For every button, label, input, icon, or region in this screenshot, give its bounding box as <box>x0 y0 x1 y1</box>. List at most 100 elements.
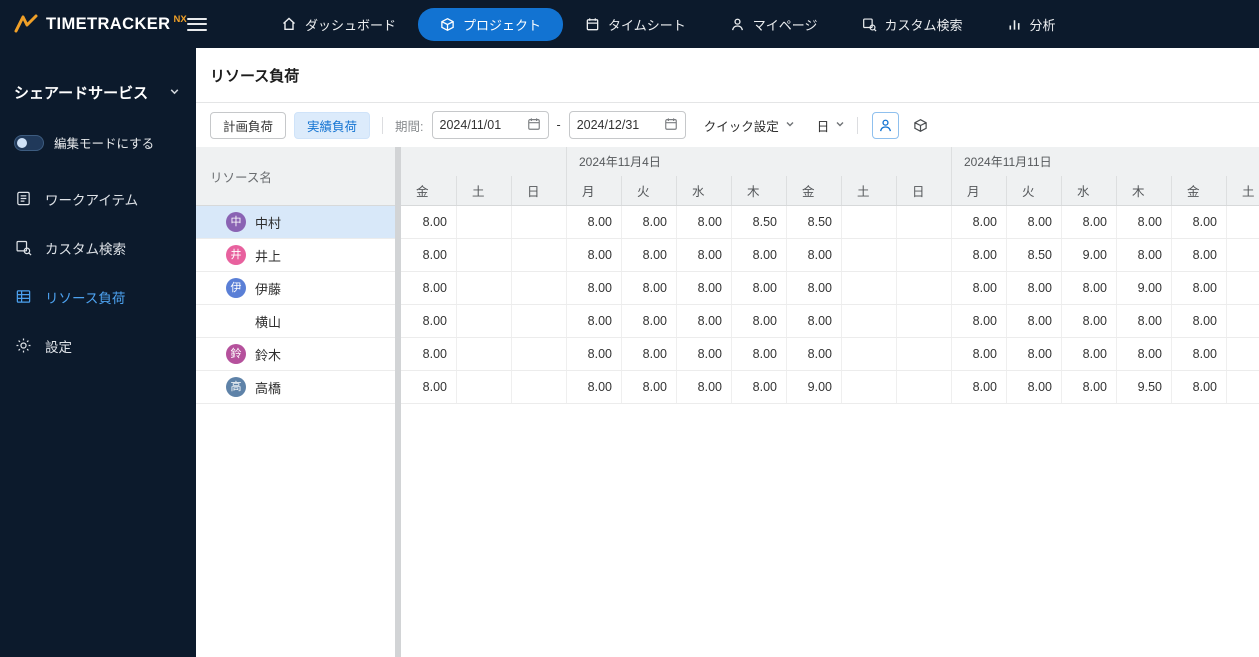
group-by-project-button[interactable] <box>907 112 934 139</box>
load-cell[interactable]: 8.00 <box>731 305 786 337</box>
load-cell[interactable] <box>456 206 511 238</box>
app-logo[interactable]: TIMETRACKER NX <box>0 13 187 35</box>
load-cell[interactable]: 8.00 <box>1006 371 1061 403</box>
load-cell[interactable]: 8.00 <box>786 338 841 370</box>
load-cell[interactable] <box>456 371 511 403</box>
load-cell[interactable]: 9.00 <box>1061 239 1116 271</box>
planned-load-button[interactable]: 計画負荷 <box>210 111 287 139</box>
load-cell[interactable]: 8.00 <box>1116 206 1171 238</box>
calendar-icon[interactable] <box>527 117 541 134</box>
load-cell[interactable] <box>841 206 896 238</box>
load-cell[interactable]: 8.00 <box>1006 206 1061 238</box>
menu-toggle-icon[interactable] <box>187 17 207 31</box>
load-cell[interactable]: 9.00 <box>786 371 841 403</box>
load-cell[interactable]: 8.00 <box>566 239 621 271</box>
load-cell[interactable]: 8.50 <box>731 206 786 238</box>
sidebar-item[interactable]: リソース負荷 <box>0 272 196 321</box>
load-cell[interactable] <box>896 371 951 403</box>
load-cell[interactable] <box>511 272 566 304</box>
load-cell[interactable]: 8.00 <box>401 305 456 337</box>
calendar-icon[interactable] <box>664 117 678 134</box>
load-cell[interactable] <box>896 272 951 304</box>
load-cell[interactable]: 8.00 <box>621 338 676 370</box>
load-cell[interactable]: 8.00 <box>951 239 1006 271</box>
load-cell[interactable] <box>1226 239 1259 271</box>
load-cell[interactable]: 8.00 <box>951 272 1006 304</box>
load-cell[interactable]: 8.00 <box>566 338 621 370</box>
load-cell[interactable] <box>511 338 566 370</box>
topbar-nav-item[interactable]: プロジェクト <box>418 7 564 41</box>
load-cell[interactable]: 8.00 <box>676 239 731 271</box>
load-cell[interactable]: 8.00 <box>676 338 731 370</box>
edit-mode-toggle[interactable]: 編集モードにする <box>14 133 196 152</box>
load-cell[interactable]: 9.50 <box>1116 371 1171 403</box>
load-cell[interactable]: 8.00 <box>786 305 841 337</box>
load-cell[interactable]: 8.00 <box>676 305 731 337</box>
load-cell[interactable] <box>896 239 951 271</box>
resource-row[interactable]: 井井上 <box>196 239 395 272</box>
load-cell[interactable]: 8.00 <box>951 371 1006 403</box>
load-cell[interactable]: 8.00 <box>621 239 676 271</box>
load-cell[interactable] <box>511 371 566 403</box>
load-cell[interactable]: 8.00 <box>1061 338 1116 370</box>
granularity-dropdown[interactable]: 日 <box>817 116 846 135</box>
load-cell[interactable]: 8.00 <box>566 206 621 238</box>
load-cell[interactable]: 8.00 <box>1171 305 1226 337</box>
load-cell[interactable]: 8.00 <box>1006 305 1061 337</box>
load-cell[interactable]: 8.00 <box>1061 305 1116 337</box>
load-cell[interactable] <box>456 305 511 337</box>
load-cell[interactable]: 8.00 <box>566 371 621 403</box>
sidebar-item[interactable]: 設定 <box>0 321 196 370</box>
load-cell[interactable]: 8.00 <box>1116 305 1171 337</box>
group-by-person-button[interactable] <box>872 111 900 139</box>
load-cell[interactable]: 8.00 <box>401 338 456 370</box>
load-cell[interactable]: 8.50 <box>1006 239 1061 271</box>
topbar-nav-item[interactable]: タイムシート <box>563 8 708 41</box>
load-cell[interactable] <box>1226 272 1259 304</box>
load-cell[interactable]: 8.00 <box>1006 272 1061 304</box>
load-cell[interactable]: 8.00 <box>1171 239 1226 271</box>
load-cell[interactable]: 8.00 <box>786 272 841 304</box>
load-cell[interactable]: 8.00 <box>951 206 1006 238</box>
load-cell[interactable] <box>456 338 511 370</box>
load-cell[interactable]: 8.00 <box>731 338 786 370</box>
load-cell[interactable]: 8.00 <box>676 371 731 403</box>
load-cell[interactable]: 8.00 <box>1061 272 1116 304</box>
workspace-selector[interactable]: シェアードサービス <box>0 48 196 103</box>
load-cell[interactable]: 8.00 <box>1061 206 1116 238</box>
load-cell[interactable] <box>1226 371 1259 403</box>
load-cell[interactable] <box>456 272 511 304</box>
load-cell[interactable] <box>1226 206 1259 238</box>
resource-row[interactable]: 中中村 <box>196 206 395 239</box>
toggle-switch[interactable] <box>14 134 44 151</box>
topbar-nav-item[interactable]: マイページ <box>708 8 840 41</box>
load-cell[interactable] <box>1226 305 1259 337</box>
load-cell[interactable]: 8.00 <box>401 371 456 403</box>
load-cell[interactable]: 9.00 <box>1116 272 1171 304</box>
load-cell[interactable]: 8.00 <box>1171 371 1226 403</box>
resource-row[interactable]: 高高橋 <box>196 371 395 404</box>
load-cell[interactable]: 8.00 <box>621 371 676 403</box>
topbar-nav-item[interactable]: カスタム検索 <box>840 8 985 41</box>
load-cell[interactable]: 8.00 <box>621 272 676 304</box>
load-cell[interactable]: 8.00 <box>731 371 786 403</box>
date-to-field[interactable] <box>568 111 686 139</box>
sidebar-item[interactable]: カスタム検索 <box>0 223 196 272</box>
load-cell[interactable] <box>841 338 896 370</box>
load-cell[interactable] <box>896 305 951 337</box>
load-cell[interactable] <box>1226 338 1259 370</box>
load-cell[interactable]: 8.00 <box>786 239 841 271</box>
resource-row[interactable]: 横山 <box>196 305 395 338</box>
load-cell[interactable] <box>841 305 896 337</box>
load-cell[interactable]: 8.00 <box>1116 239 1171 271</box>
load-cell[interactable]: 8.00 <box>731 272 786 304</box>
topbar-nav-item[interactable]: ダッシュボード <box>259 8 418 41</box>
load-cell[interactable]: 8.50 <box>786 206 841 238</box>
load-cell[interactable]: 8.00 <box>1006 338 1061 370</box>
load-cell[interactable]: 8.00 <box>1171 272 1226 304</box>
load-cell[interactable]: 8.00 <box>621 206 676 238</box>
date-from-field[interactable] <box>431 111 549 139</box>
load-cell[interactable]: 8.00 <box>951 305 1006 337</box>
load-cell[interactable] <box>511 206 566 238</box>
load-cell[interactable]: 8.00 <box>401 272 456 304</box>
